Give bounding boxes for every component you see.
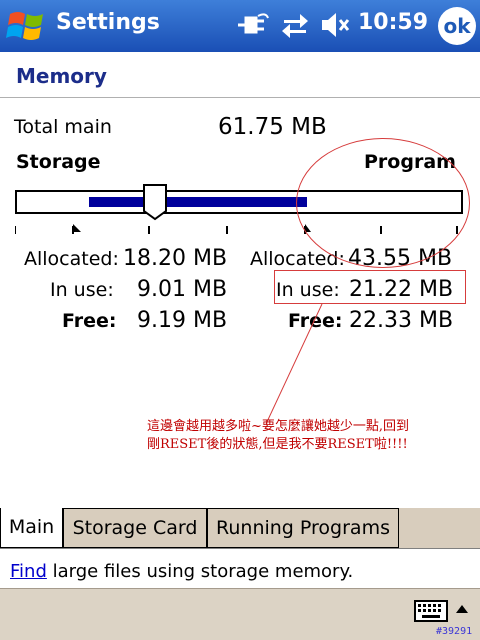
find-description: large files using storage memory. — [46, 561, 354, 582]
find-link[interactable]: Find — [10, 561, 47, 582]
tab-bar: Main Storage Card Running Programs — [0, 508, 480, 548]
annotation-line-1: 這邊會越用越多啦~要怎麼讓她越少一點,回到 — [147, 419, 410, 434]
find-text: Find large files using storage memory. — [10, 561, 353, 582]
annotation-line-2: 剛RESET後的狀態,但是我不要RESET啦!!!! — [147, 437, 408, 452]
tab-storage-card[interactable]: Storage Card — [63, 508, 207, 548]
tab-running-programs[interactable]: Running Programs — [207, 508, 399, 548]
find-bar: Find large files using storage memory. — [0, 548, 480, 588]
tab-main[interactable]: Main — [0, 508, 63, 548]
image-id: #39291 — [436, 626, 473, 637]
input-menu-arrow-icon[interactable] — [455, 604, 469, 614]
keyboard-icon[interactable] — [414, 600, 448, 622]
bottom-menu-bar — [0, 588, 480, 640]
annotation-text: 這邊會越用越多啦~要怎麼讓她越少一點,回到 剛RESET後的狀態,但是我不要RE… — [147, 418, 467, 454]
